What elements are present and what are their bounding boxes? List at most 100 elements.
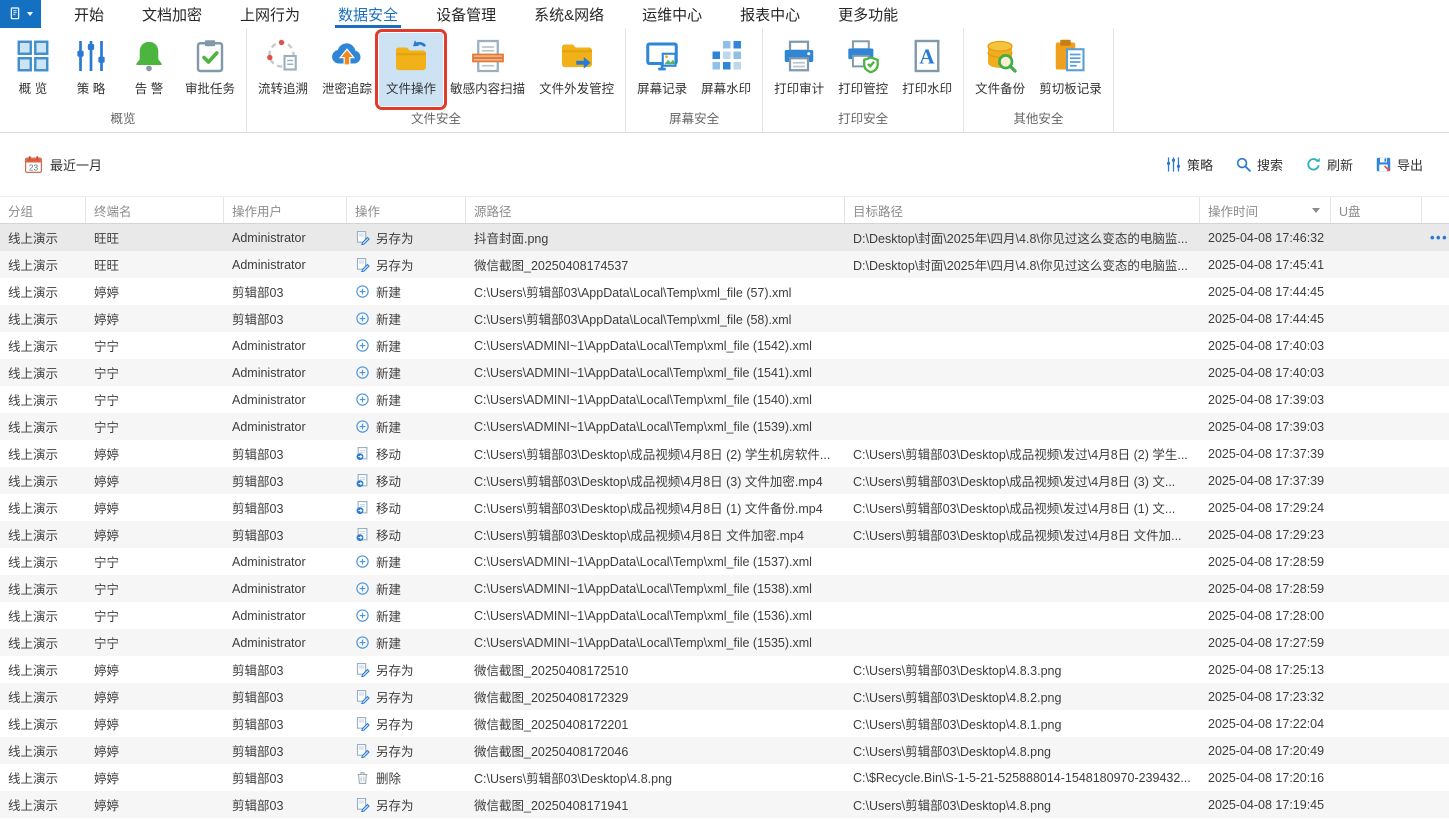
cell-source-path: 微信截图_20250408172510 [474, 664, 629, 678]
cell-source-path: C:\Users\ADMINI~1\AppData\Local\Temp\xml… [474, 419, 812, 434]
ribbon-button-screen-watermark[interactable]: 屏幕水印 [694, 33, 758, 106]
cell-time: 2025-04-08 17:28:59 [1208, 581, 1325, 596]
table-row[interactable]: 线上演示 婷婷 剪辑部03 另存为 微信截图_20250408172046 C:\User… [0, 737, 1449, 764]
col-header-group[interactable]: 分组 [0, 197, 86, 223]
menu-tab-ops-center[interactable]: 运维中心 [623, 0, 721, 28]
table-row[interactable]: 线上演示 宁宁 Administrator 新建 C:\Users\ADMINI~1\A… [0, 575, 1449, 602]
ribbon-button-print-audit[interactable]: 打印审计 [767, 33, 831, 106]
table-row[interactable]: 线上演示 宁宁 Administrator 新建 C:\Users\ADMINI~1\A… [0, 386, 1449, 413]
table-body: 线上演示 旺旺 Administrator 另存为 抖音封面.png D:\Desktop… [0, 224, 1449, 818]
export-button[interactable]: 导出 [1375, 155, 1423, 174]
table-row[interactable]: 线上演示 婷婷 剪辑部03 另存为 微信截图_20250408172329 C:\User… [0, 683, 1449, 710]
cell-user: 剪辑部03 [232, 691, 284, 705]
cell-operation: 另存为 [347, 224, 466, 251]
col-header-label: 操作 [355, 204, 381, 219]
table-row[interactable]: 线上演示 宁宁 Administrator 新建 C:\Users\ADMINI~1\A… [0, 359, 1449, 386]
ribbon-button-sliders[interactable]: 策 略 [62, 33, 120, 106]
policy-button[interactable]: 策略 [1165, 155, 1213, 174]
table-row[interactable]: 线上演示 旺旺 Administrator 另存为 微信截图_2025040817453… [0, 251, 1449, 278]
cell-user: 剪辑部03 [232, 718, 284, 732]
menu-tab-device-mgmt[interactable]: 设备管理 [417, 0, 515, 28]
cell-usb [1331, 575, 1422, 602]
row-actions-button[interactable]: ••• [1430, 230, 1448, 245]
cell-target-path: C:\Users\剪辑部03\Desktop\4.8.png [853, 799, 1051, 813]
cell-group: 线上演示 [8, 259, 59, 273]
col-header-terminal[interactable]: 终端名 [86, 197, 224, 223]
cell-operation: 新建 [347, 575, 466, 602]
col-header-operation[interactable]: 操作 [347, 197, 466, 223]
refresh-button[interactable]: 刷新 [1305, 155, 1353, 174]
cell-actions [1422, 413, 1449, 440]
cell-terminal: 宁宁 [94, 556, 120, 570]
date-range-filter[interactable]: 23 最近一月 [24, 155, 102, 174]
menu-tab-report-center[interactable]: 报表中心 [721, 0, 819, 28]
table-row[interactable]: 线上演示 宁宁 Administrator 新建 C:\Users\ADMINI~1\A… [0, 413, 1449, 440]
cell-group: 线上演示 [8, 448, 59, 462]
cell-usb [1331, 467, 1422, 494]
table-row[interactable]: 线上演示 婷婷 剪辑部03 移动 C:\Users\剪辑部03\Desktop\成品视频… [0, 494, 1449, 521]
move-icon [355, 500, 370, 515]
ribbon-button-leak-cloud[interactable]: 泄密追踪 [315, 33, 379, 106]
ribbon-button-folder-ops[interactable]: 文件操作 [375, 29, 448, 110]
cell-target-path: C:\Users\剪辑部03\Desktop\成品视频\发过\4月8日 (3) … [853, 475, 1176, 489]
ribbon-button-file-backup[interactable]: 文件备份 [968, 33, 1032, 106]
sort-desc-icon[interactable] [1312, 207, 1320, 213]
ribbon-button-bell[interactable]: 告 警 [120, 33, 178, 106]
cell-usb [1331, 629, 1422, 656]
cell-target-path [845, 332, 1200, 359]
ribbon-button-label: 屏幕记录 [637, 82, 688, 96]
cell-actions [1422, 548, 1449, 575]
table-row[interactable]: 线上演示 旺旺 Administrator 另存为 抖音封面.png D:\Desktop… [0, 224, 1449, 251]
table-row[interactable]: 线上演示 宁宁 Administrator 新建 C:\Users\ADMINI~1\A… [0, 602, 1449, 629]
new-icon [355, 581, 370, 596]
menu-tab-more-features[interactable]: 更多功能 [819, 0, 917, 28]
table-row[interactable]: 线上演示 宁宁 Administrator 新建 C:\Users\ADMINI~1\A… [0, 548, 1449, 575]
search-button[interactable]: 搜索 [1235, 155, 1283, 174]
table-row[interactable]: 线上演示 宁宁 Administrator 新建 C:\Users\ADMINI~1\A… [0, 629, 1449, 656]
col-header-source-path[interactable]: 源路径 [466, 197, 845, 223]
menu-tab-doc-encrypt[interactable]: 文档加密 [123, 0, 221, 28]
cell-terminal: 旺旺 [94, 259, 120, 273]
filter-bar: 23 最近一月 策略 搜索 刷新 导出 [0, 133, 1449, 196]
app-menu-button[interactable] [0, 0, 41, 28]
filter-actions: 策略 搜索 刷新 导出 [1165, 155, 1423, 174]
operation-label: 移动 [376, 448, 402, 462]
ribbon-button-folder-send[interactable]: 文件外发管控 [532, 33, 621, 106]
operation-label: 新建 [376, 583, 402, 597]
ribbon-button-print-watermark[interactable]: A 打印水印 [895, 33, 959, 106]
table-row[interactable]: 线上演示 宁宁 Administrator 新建 C:\Users\ADMINI~1\A… [0, 332, 1449, 359]
operation-label: 新建 [376, 340, 402, 354]
cell-usb [1331, 224, 1422, 251]
menu-tab-internet-behavior[interactable]: 上网行为 [221, 0, 319, 28]
ribbon-button-doc-scan[interactable]: 敏感内容扫描 [443, 33, 532, 106]
col-header-target-path[interactable]: 目标路径 [845, 197, 1200, 223]
col-header-actions[interactable] [1422, 197, 1449, 223]
cell-user: Administrator [232, 392, 306, 407]
table-row[interactable]: 线上演示 婷婷 剪辑部03 新建 C:\Users\剪辑部03\AppData\Loca… [0, 278, 1449, 305]
ribbon-button-print-control[interactable]: 打印管控 [831, 33, 895, 106]
table-row[interactable]: 线上演示 婷婷 剪辑部03 移动 C:\Users\剪辑部03\Desktop\成品视频… [0, 440, 1449, 467]
ribbon-button-grid[interactable]: 概 览 [4, 33, 62, 106]
menu-tab-start[interactable]: 开始 [55, 0, 123, 28]
ribbon-button-trace-cycle[interactable]: 流转追溯 [251, 33, 315, 106]
table-row[interactable]: 线上演示 婷婷 剪辑部03 另存为 微信截图_20250408171941 C:\User… [0, 791, 1449, 818]
table-row[interactable]: 线上演示 婷婷 剪辑部03 另存为 微信截图_20250408172201 C:\User… [0, 710, 1449, 737]
ribbon-button-screen-record[interactable]: 屏幕记录 [630, 33, 694, 106]
new-icon [355, 554, 370, 569]
ribbon-button-label: 敏感内容扫描 [450, 82, 526, 96]
ribbon-button-clipboard-record[interactable]: 剪切板记录 [1032, 33, 1109, 106]
table-row[interactable]: 线上演示 婷婷 剪辑部03 另存为 微信截图_20250408172510 C:\User… [0, 656, 1449, 683]
col-header-usb[interactable]: U盘 [1331, 197, 1422, 223]
table-row[interactable]: 线上演示 婷婷 剪辑部03 删除 C:\Users\剪辑部03\Desktop\4.8.… [0, 764, 1449, 791]
table-row[interactable]: 线上演示 婷婷 剪辑部03 移动 C:\Users\剪辑部03\Desktop\成品视频… [0, 521, 1449, 548]
ribbon-group-label: 打印安全 [838, 112, 889, 126]
ribbon-button-clipboard-check[interactable]: 审批任务 [178, 33, 242, 106]
col-header-time[interactable]: 操作时间 [1200, 197, 1331, 223]
cell-user: 剪辑部03 [232, 745, 284, 759]
col-header-user[interactable]: 操作用户 [224, 197, 347, 223]
new-icon [355, 365, 370, 380]
menu-tab-data-security[interactable]: 数据安全 [319, 0, 417, 28]
table-row[interactable]: 线上演示 婷婷 剪辑部03 新建 C:\Users\剪辑部03\AppData\Loca… [0, 305, 1449, 332]
table-row[interactable]: 线上演示 婷婷 剪辑部03 移动 C:\Users\剪辑部03\Desktop\成品视频… [0, 467, 1449, 494]
menu-tab-system-network[interactable]: 系统&网络 [515, 0, 623, 28]
